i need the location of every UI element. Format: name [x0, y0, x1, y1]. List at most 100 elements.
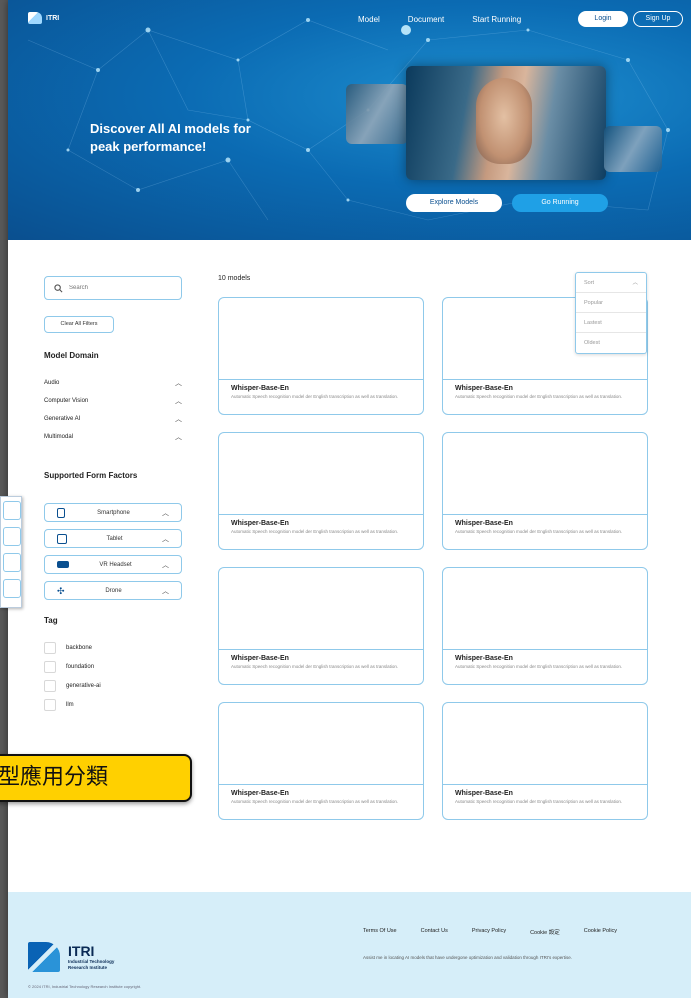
sort-option-popular[interactable]: Popular [576, 293, 646, 313]
nav-link-document[interactable]: Document [408, 15, 444, 24]
chevron-up-icon: ︿ [632, 280, 638, 286]
model-thumbnail [219, 298, 423, 380]
sort-header[interactable]: Sort ︿ [576, 273, 646, 293]
domain-multimodal[interactable]: Multimodal ︿ [44, 430, 182, 444]
go-running-button[interactable]: Go Running [512, 194, 608, 212]
tag-checkbox[interactable] [44, 699, 56, 711]
chevron-up-icon[interactable]: ︿ [162, 560, 169, 570]
tag-checkbox[interactable] [44, 642, 56, 654]
hero-image-main [406, 66, 606, 180]
itri-logo-mark-icon [28, 942, 60, 972]
fragment-row [3, 527, 21, 546]
model-thumbnail [443, 703, 647, 785]
copyright: © 2024 ITRI, Industrial Technology Resea… [28, 984, 142, 989]
form-factor-smartphone[interactable]: Smartphone ︿ [44, 503, 182, 522]
domain-generative-ai[interactable]: Generative AI ︿ [44, 412, 182, 426]
model-card[interactable]: Whisper-Base-En Automatic Speech recogni… [442, 567, 648, 685]
domain-label: Audio [44, 380, 60, 386]
model-title: Whisper-Base-En [231, 790, 289, 797]
model-title: Whisper-Base-En [231, 385, 289, 392]
background-window-fragment [0, 496, 22, 608]
domain-label: Generative AI [44, 416, 81, 422]
model-description: Automatic Speech recognition model der E… [231, 529, 399, 534]
model-thumbnail [443, 568, 647, 650]
form-factor-tablet[interactable]: Tablet ︿ [44, 529, 182, 548]
model-card[interactable]: Whisper-Base-En Automatic Speech recogni… [218, 567, 424, 685]
page: ITRI Model Document Start Running Login … [8, 0, 691, 998]
model-card[interactable]: Whisper-Base-En Automatic Speech recogni… [442, 702, 648, 820]
sort-dropdown[interactable]: Sort ︿ Popular Lastest Oldest [575, 272, 647, 354]
fragment-row [3, 553, 21, 572]
model-card[interactable]: Whisper-Base-En Automatic Speech recogni… [218, 702, 424, 820]
hero-banner: ITRI Model Document Start Running Login … [8, 0, 691, 240]
tag-generative-ai[interactable]: generative-ai [44, 680, 101, 692]
model-description: Automatic Speech recognition model der E… [231, 664, 399, 669]
model-thumbnail [219, 568, 423, 650]
footer-link-privacy[interactable]: Privacy Policy [472, 928, 506, 936]
explore-models-button[interactable]: Explore Models [406, 194, 502, 212]
tag-foundation[interactable]: foundation [44, 661, 94, 673]
model-card[interactable]: Whisper-Base-En Automatic Speech recogni… [442, 432, 648, 550]
smartphone-icon [57, 507, 65, 518]
search-box[interactable] [44, 276, 182, 300]
footer-link-cookie-settings[interactable]: Cookie 設定 [530, 928, 560, 936]
form-factor-label: Drone [105, 587, 122, 594]
model-count: 10 models [218, 275, 251, 282]
chevron-up-icon[interactable]: ︿ [162, 534, 169, 544]
itri-logo[interactable]: ITRI [28, 12, 59, 24]
fragment-row [3, 579, 21, 598]
sort-option-oldest[interactable]: Oldest [576, 333, 646, 353]
search-icon [54, 283, 63, 292]
tablet-icon [57, 533, 67, 544]
clear-filters-button[interactable]: Clear All Filters [44, 316, 114, 333]
model-title: Whisper-Base-En [455, 790, 513, 797]
model-title: Whisper-Base-En [455, 385, 513, 392]
tag-backbone[interactable]: backbone [44, 642, 92, 654]
sort-option-lastest[interactable]: Lastest [576, 313, 646, 333]
tag-llm[interactable]: llm [44, 699, 74, 711]
chevron-up-icon[interactable]: ︿ [175, 378, 182, 388]
model-thumbnail [219, 703, 423, 785]
form-factor-label: Tablet [106, 535, 123, 542]
domain-label: Multimodal [44, 434, 74, 440]
model-card[interactable]: Whisper-Base-En Automatic Speech recogni… [218, 297, 424, 415]
model-title: Whisper-Base-En [231, 655, 289, 662]
chevron-up-icon[interactable]: ︿ [162, 586, 169, 596]
nav-link-start-running[interactable]: Start Running [472, 15, 521, 24]
model-card[interactable]: Whisper-Base-En Automatic Speech recogni… [218, 432, 424, 550]
signup-button[interactable]: Sign Up [633, 11, 683, 27]
model-title: Whisper-Base-En [455, 520, 513, 527]
form-factor-vr-headset[interactable]: VR Headset ︿ [44, 555, 182, 574]
form-factor-label: Smartphone [97, 509, 130, 516]
model-description: Automatic Speech recognition model der E… [231, 394, 399, 399]
chevron-up-icon[interactable]: ︿ [175, 414, 182, 424]
nav-link-model[interactable]: Model [358, 15, 380, 24]
tag-checkbox[interactable] [44, 680, 56, 692]
footer-link-cookie-policy[interactable]: Cookie Policy [584, 928, 617, 936]
chevron-up-icon[interactable]: ︿ [175, 396, 182, 406]
tag-title: Tag [44, 616, 58, 625]
model-description: Automatic Speech recognition model der E… [455, 529, 623, 534]
model-description: Automatic Speech recognition model der E… [231, 799, 399, 804]
domain-computer-vision[interactable]: Computer Vision ︿ [44, 394, 182, 408]
login-button[interactable]: Login [578, 11, 628, 27]
model-thumbnail [443, 433, 647, 515]
form-factor-label: VR Headset [99, 561, 132, 568]
top-nav: ITRI Model Document Start Running Login … [8, 0, 691, 38]
search-input[interactable] [69, 285, 159, 291]
model-description: Automatic Speech recognition model der E… [455, 799, 623, 804]
footer: Terms Of Use Contact Us Privacy Policy C… [8, 892, 691, 998]
itri-logo-mark-icon [28, 12, 42, 24]
footer-link-terms[interactable]: Terms Of Use [363, 928, 397, 936]
footer-link-contact[interactable]: Contact Us [421, 928, 448, 936]
domain-audio[interactable]: Audio ︿ [44, 376, 182, 390]
sort-label: Sort [584, 280, 595, 286]
chevron-up-icon[interactable]: ︿ [175, 432, 182, 442]
chevron-up-icon[interactable]: ︿ [162, 508, 169, 518]
model-title: Whisper-Base-En [455, 655, 513, 662]
footer-logo[interactable]: ITRI Industrial Technology Research Inst… [28, 942, 114, 972]
form-factor-drone[interactable]: ✣ Drone ︿ [44, 581, 182, 600]
tag-checkbox[interactable] [44, 661, 56, 673]
model-description: Automatic Speech recognition model der E… [455, 664, 623, 669]
drone-icon: ✣ [57, 585, 65, 596]
